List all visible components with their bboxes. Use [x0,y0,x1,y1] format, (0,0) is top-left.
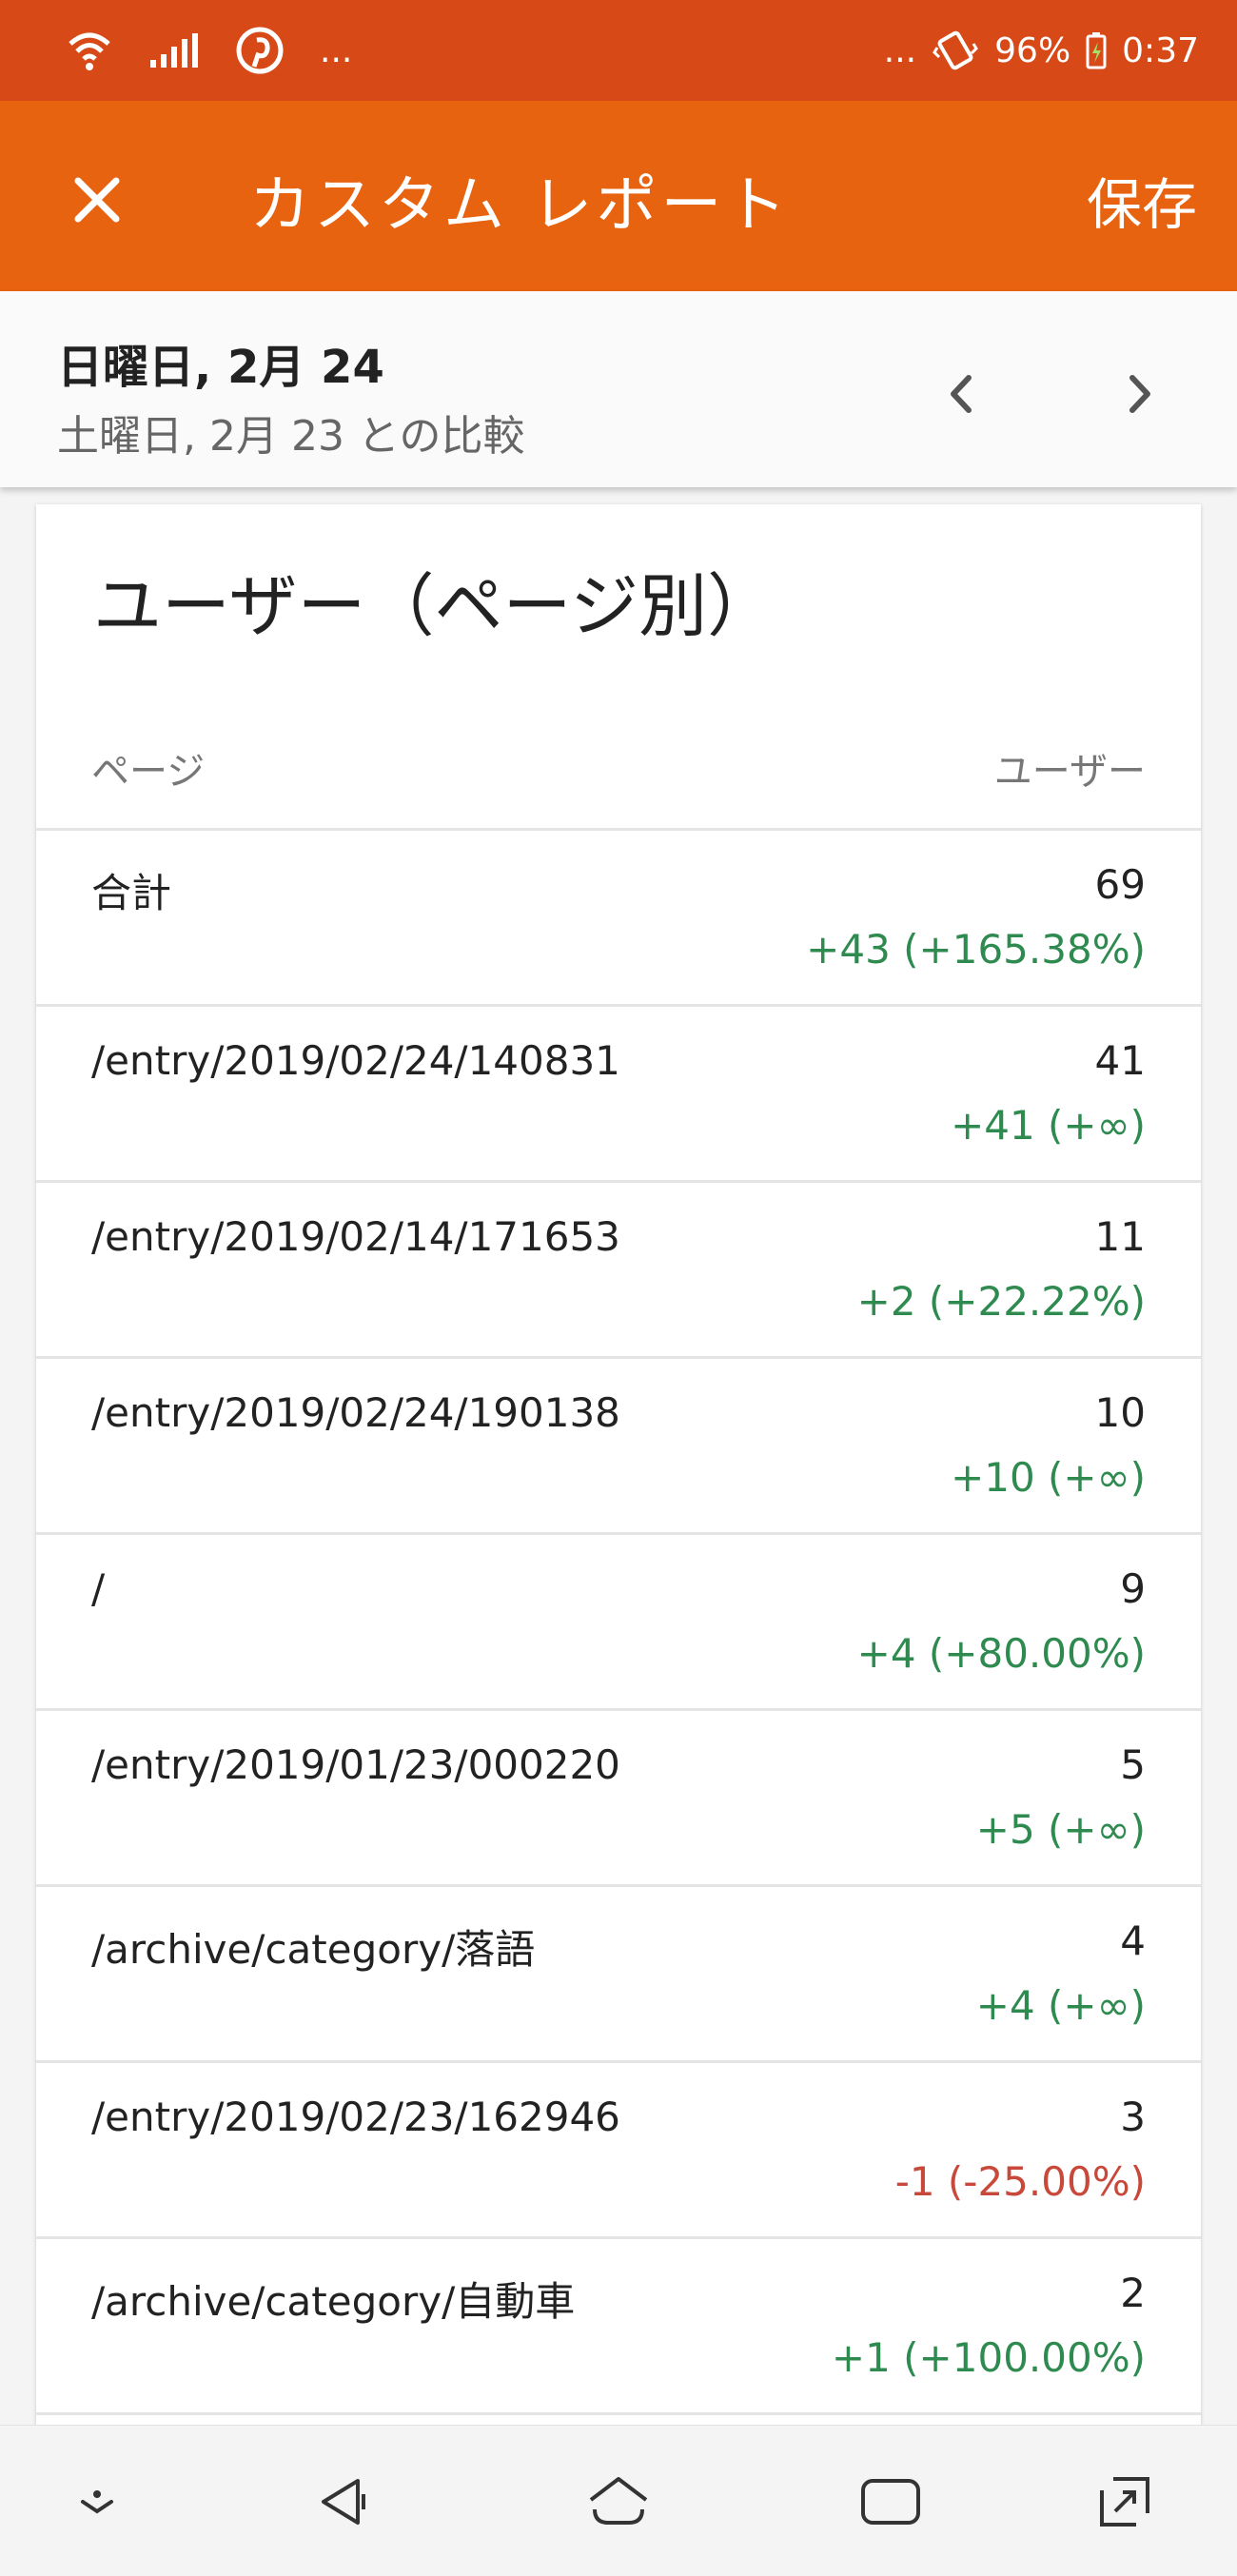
status-overflow-dots: ... [320,30,353,70]
row-delta: -1 (-25.00%) [894,2158,1146,2205]
status-overflow-dots-right: ... [883,30,917,70]
report-table: 合計 69 +43 (+165.38%) /entry/2019/02/24/1… [36,828,1201,2427]
screen-rotate-icon [1100,2477,1149,2527]
back-icon [322,2479,365,2525]
row-delta: +1 (+100.00%) [831,2334,1146,2381]
close-button[interactable] [59,162,135,238]
row-users: 4 [1120,1917,1146,1964]
comparison-date: 土曜日, 2月 23 との比較 [57,412,525,461]
pinterest-icon [236,27,284,74]
save-button[interactable]: 保存 [1087,160,1197,240]
clock: 0:37 [1122,30,1199,70]
date-range-bar: 日曜日, 2月 24 土曜日, 2月 23 との比較 [0,291,1237,487]
table-row[interactable]: /archive/category/落語 4 +4 (+∞) [36,1884,1201,2060]
dismiss-button[interactable] [59,2464,135,2540]
table-row[interactable]: /entry/2019/02/23/162946 3 -1 (-25.00%) [36,2060,1201,2236]
dismiss-icon [81,2490,113,2514]
row-delta: +4 (+∞) [975,1982,1146,2029]
row-users: 69 [1094,861,1146,908]
table-row[interactable]: /entry/2019/02/24/190138 10 +10 (+∞) [36,1356,1201,1532]
page-title: カスタム レポート [249,170,791,241]
table-row[interactable]: /entry/2019/01/23/000220 5 +5 (+∞) [36,1708,1201,1884]
table-row[interactable]: /archive/category/自動車 2 +1 (+100.00%) [36,2236,1201,2412]
row-users: 3 [1120,2094,1146,2140]
status-bar: ... ... 96% 0:37 [0,0,1237,101]
rotate-screen-button[interactable] [1087,2464,1163,2540]
app-bar: カスタム レポート 保存 [0,101,1237,291]
row-users: 9 [1120,1565,1146,1612]
row-users: 11 [1094,1213,1146,1260]
row-page: /entry/2019/02/14/171653 [91,1213,620,1260]
chevron-right-icon [1129,375,1150,413]
row-page: /entry/2019/01/23/000220 [91,1741,620,1788]
back-button[interactable] [304,2464,381,2540]
battery-charging-icon [1086,31,1107,69]
system-nav-bar [0,2425,1237,2576]
row-delta: +4 (+80.00%) [856,1630,1146,1677]
row-delta: +2 (+22.22%) [856,1278,1146,1325]
selected-date: 日曜日, 2月 24 [57,341,384,394]
wifi-icon [67,29,112,72]
close-icon [74,177,120,223]
next-date-button[interactable] [1102,356,1178,432]
column-header-users: ユーザー [993,750,1146,794]
chevron-left-icon [951,375,972,413]
recents-button[interactable] [853,2464,929,2540]
row-delta: +43 (+165.38%) [806,926,1146,973]
battery-percent: 96% [994,30,1071,70]
previous-date-button[interactable] [923,356,999,432]
row-users: 2 [1120,2270,1146,2316]
row-delta: +41 (+∞) [951,1102,1146,1149]
row-page: /entry/2019/02/24/140831 [91,1037,620,1084]
column-header-page: ページ [91,750,206,794]
signal-icon [148,31,200,69]
table-row[interactable]: 合計 69 +43 (+165.38%) [36,828,1201,1004]
row-page: / [91,1565,106,1612]
row-page: /entry/2019/02/23/162946 [91,2094,620,2140]
home-icon [589,2477,648,2525]
table-row[interactable]: / 9 +4 (+80.00%) [36,1532,1201,1708]
report-card: ユーザー（ページ別） ページ ユーザー 合計 69 +43 (+165.38%)… [36,504,1201,2427]
row-users: 10 [1094,1389,1146,1436]
row-users: 41 [1094,1037,1146,1084]
row-page: 合計 [91,870,172,916]
table-row[interactable]: /entry/2019/02/24/140831 41 +41 (+∞) [36,1004,1201,1180]
row-page: /archive/category/自動車 [91,2278,576,2325]
home-button[interactable] [580,2464,657,2540]
report-title: ユーザー（ページ別） [93,566,776,646]
row-delta: +5 (+∞) [975,1806,1146,1853]
vibrate-icon [932,27,979,74]
row-users: 5 [1120,1741,1146,1788]
row-page: /entry/2019/02/24/190138 [91,1389,620,1436]
recents-icon [861,2479,920,2525]
row-delta: +10 (+∞) [951,1454,1146,1501]
row-page: /archive/category/落語 [91,1926,536,1973]
table-row[interactable]: /entry/2019/02/14/171653 11 +2 (+22.22%) [36,1180,1201,1356]
